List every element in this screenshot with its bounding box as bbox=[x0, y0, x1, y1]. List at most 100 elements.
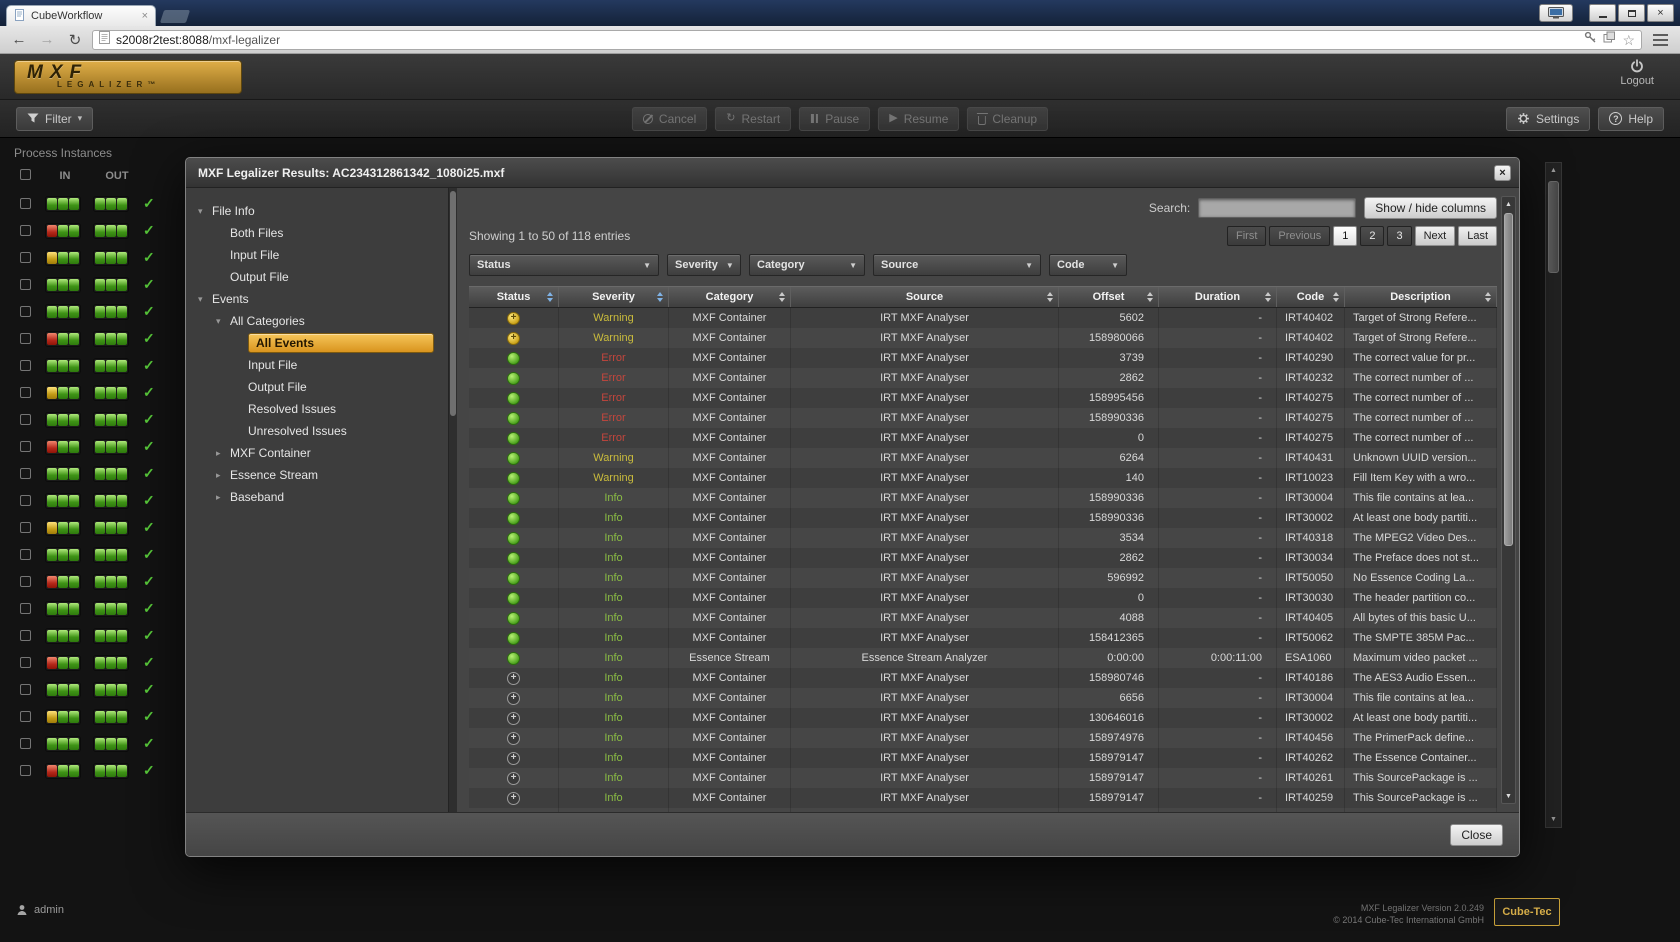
tree-item-mxf-container[interactable]: ▸MXF Container bbox=[186, 442, 448, 464]
event-row[interactable]: +InfoMXF ContainerIRT MXF Analyser130646… bbox=[469, 708, 1497, 728]
event-row[interactable]: WarningMXF ContainerIRT MXF Analyser6264… bbox=[469, 448, 1497, 468]
row-checkbox[interactable] bbox=[20, 360, 31, 371]
back-button[interactable]: ← bbox=[8, 30, 30, 50]
row-checkbox[interactable] bbox=[20, 603, 31, 614]
page-button-1[interactable]: 1 bbox=[1333, 226, 1357, 246]
column-header-severity[interactable]: Severity bbox=[559, 287, 669, 307]
event-row[interactable]: InfoMXF ContainerIRT MXF Analyser1589903… bbox=[469, 508, 1497, 528]
reload-button[interactable]: ↻ bbox=[64, 30, 86, 50]
tree-item-unresolved-issues[interactable]: Unresolved Issues bbox=[186, 420, 448, 442]
event-row[interactable]: ErrorMXF ContainerIRT MXF Analyser158995… bbox=[469, 388, 1497, 408]
page-button-previous[interactable]: Previous bbox=[1269, 226, 1330, 246]
column-header-description[interactable]: Description bbox=[1345, 287, 1497, 307]
tree-item-events[interactable]: ▾Events bbox=[186, 288, 448, 310]
filter-select-severity[interactable]: Severity▼ bbox=[667, 254, 741, 276]
column-header-source[interactable]: Source bbox=[791, 287, 1059, 307]
row-checkbox[interactable] bbox=[20, 495, 31, 506]
display-button[interactable] bbox=[1539, 4, 1573, 22]
column-header-category[interactable]: Category bbox=[669, 287, 791, 307]
close-modal-footer-button[interactable]: Close bbox=[1450, 824, 1503, 846]
row-checkbox[interactable] bbox=[20, 549, 31, 560]
browser-tab[interactable]: CubeWorkflow × bbox=[6, 5, 156, 26]
select-all-checkbox[interactable] bbox=[20, 169, 31, 180]
page-button-3[interactable]: 3 bbox=[1387, 226, 1411, 246]
tree-arrow-icon[interactable]: ▾ bbox=[216, 316, 230, 327]
tree-arrow-icon[interactable]: ▸ bbox=[216, 470, 230, 481]
tree-scrollbar[interactable] bbox=[448, 188, 457, 812]
event-row[interactable]: InfoMXF ContainerIRT MXF Analyser0-IRT30… bbox=[469, 588, 1497, 608]
help-button[interactable]: ? Help bbox=[1598, 107, 1664, 131]
event-row[interactable]: InfoEssence StreamEssence Stream Analyze… bbox=[469, 648, 1497, 668]
row-checkbox[interactable] bbox=[20, 657, 31, 668]
page-button-last[interactable]: Last bbox=[1458, 226, 1497, 246]
restart-button[interactable]: ↻Restart bbox=[715, 107, 791, 131]
scroll-down-icon[interactable]: ▼ bbox=[1546, 812, 1561, 827]
event-row[interactable]: +InfoMXF ContainerIRT MXF Analyser158980… bbox=[469, 668, 1497, 688]
row-checkbox[interactable] bbox=[20, 333, 31, 344]
column-header-offset[interactable]: Offset bbox=[1059, 287, 1159, 307]
scroll-up-icon[interactable]: ▲ bbox=[1546, 163, 1561, 178]
page-scrollbar[interactable]: ▲ ▼ bbox=[1545, 162, 1562, 828]
event-row[interactable]: +InfoMXF ContainerIRT MXF Analyser158982… bbox=[469, 808, 1497, 812]
tree-item-output-file[interactable]: Output File bbox=[186, 266, 448, 288]
page-button-next[interactable]: Next bbox=[1415, 226, 1456, 246]
event-row[interactable]: +InfoMXF ContainerIRT MXF Analyser6656-I… bbox=[469, 688, 1497, 708]
row-checkbox[interactable] bbox=[20, 576, 31, 587]
event-row[interactable]: +InfoMXF ContainerIRT MXF Analyser158974… bbox=[469, 728, 1497, 748]
event-row[interactable]: ErrorMXF ContainerIRT MXF Analyser2862-I… bbox=[469, 368, 1497, 388]
tree-item-input-file[interactable]: Input File bbox=[186, 244, 448, 266]
event-row[interactable]: InfoMXF ContainerIRT MXF Analyser1584123… bbox=[469, 628, 1497, 648]
tree-item-all-events[interactable]: All Events bbox=[186, 332, 448, 354]
event-row[interactable]: WarningMXF ContainerIRT MXF Analyser140-… bbox=[469, 468, 1497, 488]
tree-item-essence-stream[interactable]: ▸Essence Stream bbox=[186, 464, 448, 486]
new-tab-button[interactable] bbox=[160, 10, 190, 23]
minimize-button[interactable] bbox=[1589, 4, 1616, 22]
row-checkbox[interactable] bbox=[20, 225, 31, 236]
row-checkbox[interactable] bbox=[20, 387, 31, 398]
row-checkbox[interactable] bbox=[20, 306, 31, 317]
row-checkbox[interactable] bbox=[20, 684, 31, 695]
tree-item-all-categories[interactable]: ▾All Categories bbox=[186, 310, 448, 332]
row-checkbox[interactable] bbox=[20, 630, 31, 641]
settings-button[interactable]: Settings bbox=[1506, 107, 1590, 131]
column-header-status[interactable]: Status bbox=[469, 287, 559, 307]
filter-select-category[interactable]: Category▼ bbox=[749, 254, 865, 276]
event-row[interactable]: InfoMXF ContainerIRT MXF Analyser4088-IR… bbox=[469, 608, 1497, 628]
filter-select-status[interactable]: Status▼ bbox=[469, 254, 659, 276]
tree-item-output-file[interactable]: Output File bbox=[186, 376, 448, 398]
event-row[interactable]: +InfoMXF ContainerIRT MXF Analyser158979… bbox=[469, 748, 1497, 768]
address-bar[interactable]: s2008r2test:8088/mxf-legalizer ☆ bbox=[92, 30, 1642, 50]
row-checkbox[interactable] bbox=[20, 468, 31, 479]
table-scroll-up-icon[interactable]: ▲ bbox=[1502, 197, 1515, 211]
event-row[interactable]: ErrorMXF ContainerIRT MXF Analyser158990… bbox=[469, 408, 1497, 428]
modal-close-button[interactable]: × bbox=[1494, 165, 1511, 181]
event-row[interactable]: +WarningMXF ContainerIRT MXF Analyser560… bbox=[469, 308, 1497, 328]
tree-arrow-icon[interactable]: ▸ bbox=[216, 448, 230, 459]
row-checkbox[interactable] bbox=[20, 279, 31, 290]
table-scrollbar-thumb[interactable] bbox=[1504, 213, 1513, 546]
row-checkbox[interactable] bbox=[20, 522, 31, 533]
event-row[interactable]: ErrorMXF ContainerIRT MXF Analyser0-IRT4… bbox=[469, 428, 1497, 448]
filter-select-source[interactable]: Source▼ bbox=[873, 254, 1041, 276]
tree-item-both-files[interactable]: Both Files bbox=[186, 222, 448, 244]
row-checkbox[interactable] bbox=[20, 765, 31, 776]
table-scroll-down-icon[interactable]: ▼ bbox=[1502, 789, 1515, 803]
row-checkbox[interactable] bbox=[20, 738, 31, 749]
forward-button[interactable]: → bbox=[36, 30, 58, 50]
row-checkbox[interactable] bbox=[20, 414, 31, 425]
filter-select-code[interactable]: Code▼ bbox=[1049, 254, 1127, 276]
pause-button[interactable]: Pause bbox=[799, 107, 870, 131]
row-checkbox[interactable] bbox=[20, 441, 31, 452]
tree-item-baseband[interactable]: ▸Baseband bbox=[186, 486, 448, 508]
resume-button[interactable]: ▶Resume bbox=[878, 107, 959, 131]
tree-item-file-info[interactable]: ▾File Info bbox=[186, 200, 448, 222]
event-row[interactable]: +InfoMXF ContainerIRT MXF Analyser158979… bbox=[469, 788, 1497, 808]
event-row[interactable]: InfoMXF ContainerIRT MXF Analyser3534-IR… bbox=[469, 528, 1497, 548]
column-header-duration[interactable]: Duration bbox=[1159, 287, 1277, 307]
tree-scrollbar-thumb[interactable] bbox=[450, 191, 456, 416]
event-row[interactable]: +InfoMXF ContainerIRT MXF Analyser158979… bbox=[469, 768, 1497, 788]
page-button-first[interactable]: First bbox=[1227, 226, 1266, 246]
menu-button[interactable] bbox=[1648, 30, 1672, 50]
column-header-code[interactable]: Code bbox=[1277, 287, 1345, 307]
event-row[interactable]: InfoMXF ContainerIRT MXF Analyser2862-IR… bbox=[469, 548, 1497, 568]
